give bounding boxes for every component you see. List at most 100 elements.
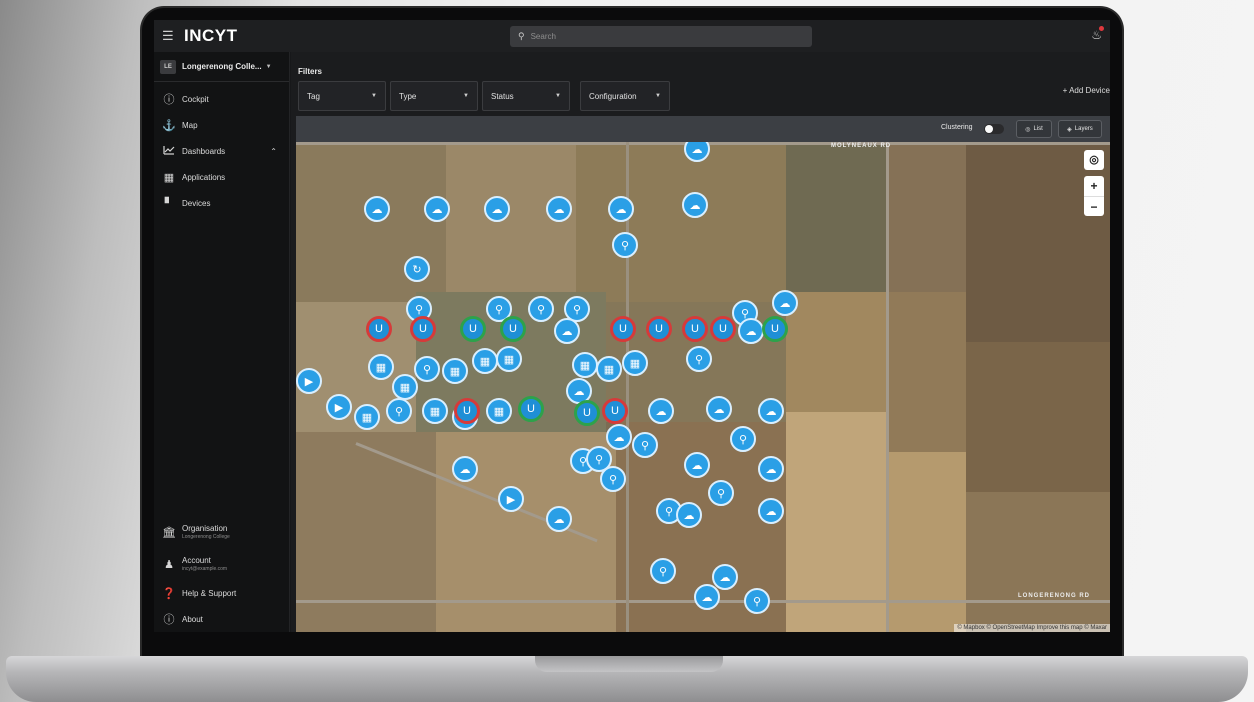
device-marker[interactable]: ☁: [706, 396, 732, 422]
satellite-map[interactable]: MOLYNEAUX RD LONGERENONG RD ☁ ☁ ☁ ☁ ☁ ☁ …: [296, 142, 1110, 632]
laptop-notch: [535, 656, 723, 672]
device-marker[interactable]: ⚲: [730, 426, 756, 452]
device-marker-ok[interactable]: U: [762, 316, 788, 342]
device-marker[interactable]: ☁: [694, 584, 720, 610]
device-marker[interactable]: ☁: [676, 502, 702, 528]
device-marker[interactable]: ⚲: [612, 232, 638, 258]
locate-button[interactable]: ◎: [1084, 150, 1104, 170]
device-marker-ok[interactable]: U: [460, 316, 486, 342]
device-marker[interactable]: ▦: [622, 350, 648, 376]
device-marker[interactable]: ☁: [648, 398, 674, 424]
device-marker-ok[interactable]: U: [518, 396, 544, 422]
device-marker[interactable]: ☁: [364, 196, 390, 222]
device-marker[interactable]: ⚲: [744, 588, 770, 614]
device-marker[interactable]: ▦: [486, 398, 512, 424]
type-filter[interactable]: Type ▼: [390, 81, 478, 111]
device-marker[interactable]: ▦: [422, 398, 448, 424]
device-marker[interactable]: ⚲: [708, 480, 734, 506]
hamburger-menu-icon[interactable]: ☰: [162, 28, 176, 44]
device-marker[interactable]: ☁: [484, 196, 510, 222]
device-marker[interactable]: ☁: [546, 506, 572, 532]
device-marker[interactable]: ☁: [772, 290, 798, 316]
device-marker[interactable]: ☁: [758, 498, 784, 524]
device-marker[interactable]: ⚲: [650, 558, 676, 584]
device-marker-alert[interactable]: U: [646, 316, 672, 342]
add-device-button[interactable]: + Add Device: [1063, 86, 1110, 95]
sidebar-item-organisation[interactable]: 🏛 Organisation Longerenong College: [154, 516, 290, 548]
device-marker-alert[interactable]: U: [454, 398, 480, 424]
device-marker[interactable]: ☁: [712, 564, 738, 590]
device-marker[interactable]: ⚲: [528, 296, 554, 322]
device-marker[interactable]: ▶: [498, 486, 524, 512]
device-marker[interactable]: ▦: [496, 346, 522, 372]
device-marker-alert[interactable]: U: [410, 316, 436, 342]
clustering-toggle[interactable]: [984, 124, 1004, 134]
sidebar-item-devices[interactable]: ▘ Devices: [154, 190, 289, 216]
device-marker[interactable]: ▦: [472, 348, 498, 374]
device-marker[interactable]: ☁: [608, 196, 634, 222]
device-marker[interactable]: ☁: [554, 318, 580, 344]
device-marker[interactable]: ⚲: [414, 356, 440, 382]
device-marker[interactable]: ▦: [368, 354, 394, 380]
device-marker[interactable]: ☁: [738, 318, 764, 344]
device-marker[interactable]: ▦: [572, 352, 598, 378]
device-marker[interactable]: ▦: [596, 356, 622, 382]
device-marker[interactable]: ☁: [758, 398, 784, 424]
sidebar-item-account[interactable]: ♟ Account incyt@example.com: [154, 548, 290, 580]
sidebar-item-applications[interactable]: ▦ Applications: [154, 164, 289, 190]
device-marker-alert[interactable]: U: [602, 398, 628, 424]
device-marker[interactable]: ↻: [404, 256, 430, 282]
device-marker[interactable]: ▶: [296, 368, 322, 394]
status-filter[interactable]: Status ▼: [482, 81, 570, 111]
device-marker[interactable]: ⚲: [386, 398, 412, 424]
device-marker-alert[interactable]: U: [682, 316, 708, 342]
chevron-down-icon: ▼: [555, 93, 561, 99]
sidebar-item-dashboards[interactable]: Dashboards ⌃: [154, 138, 289, 164]
organisation-sub: Longerenong College: [182, 534, 230, 540]
sidebar-item-about[interactable]: ⓘ About: [154, 606, 290, 632]
device-marker[interactable]: ☁: [452, 456, 478, 482]
notification-bell-icon[interactable]: ♨: [1091, 26, 1104, 42]
org-badge: LE: [160, 59, 176, 74]
sidebar-item-help[interactable]: ❓ Help & Support: [154, 580, 290, 606]
sidebar-item-cockpit[interactable]: ⓘ Cockpit: [154, 86, 289, 112]
road-label-longerenong: LONGERENONG RD: [1018, 593, 1091, 599]
device-marker-alert[interactable]: U: [610, 316, 636, 342]
device-marker[interactable]: ☁: [424, 196, 450, 222]
account-sub: incyt@example.com: [182, 566, 228, 572]
tag-filter[interactable]: Tag ▼: [298, 81, 386, 111]
tag-filter-label: Tag: [307, 91, 320, 101]
device-marker[interactable]: ☁: [758, 456, 784, 482]
device-marker[interactable]: ☁: [606, 424, 632, 450]
device-marker[interactable]: ▶: [326, 394, 352, 420]
device-marker-ok[interactable]: U: [574, 400, 600, 426]
layers-button[interactable]: ◈ Layers: [1058, 120, 1102, 138]
device-marker[interactable]: ☁: [682, 192, 708, 218]
device-marker[interactable]: ▦: [442, 358, 468, 384]
device-marker[interactable]: ☁: [684, 452, 710, 478]
device-marker-ok[interactable]: U: [500, 316, 526, 342]
list-button[interactable]: ◎ List: [1016, 120, 1052, 138]
chevron-up-icon[interactable]: ⌃: [270, 147, 277, 156]
zoom-out-button[interactable]: −: [1084, 196, 1104, 216]
zoom-in-button[interactable]: +: [1084, 176, 1104, 196]
sidebar-item-map[interactable]: ⚓ Map: [154, 112, 289, 138]
device-marker[interactable]: ⚲: [632, 432, 658, 458]
device-marker[interactable]: ☁: [546, 196, 572, 222]
toggle-knob: [985, 125, 993, 133]
configuration-filter[interactable]: Configuration ▼: [580, 81, 670, 111]
search-input[interactable]: ⚲ Search: [510, 26, 812, 47]
device-marker[interactable]: ▦: [392, 374, 418, 400]
map-attribution[interactable]: © Mapbox © OpenStreetMap Improve this ma…: [954, 624, 1110, 632]
brand-logo[interactable]: INCYT: [184, 26, 238, 46]
sidebar-bottom: 🏛 Organisation Longerenong College ♟ Acc…: [154, 516, 290, 632]
device-marker[interactable]: ▦: [354, 404, 380, 430]
device-marker[interactable]: ⚲: [686, 346, 712, 372]
organisation-selector[interactable]: LE Longerenong Colle... ▼: [154, 52, 289, 82]
clustering-label: Clustering: [941, 124, 973, 131]
device-marker-alert[interactable]: U: [710, 316, 736, 342]
org-name: Longerenong Colle...: [182, 62, 262, 71]
device-marker[interactable]: ⚲: [600, 466, 626, 492]
device-marker-alert[interactable]: U: [366, 316, 392, 342]
chevron-down-icon: ▼: [463, 93, 469, 99]
